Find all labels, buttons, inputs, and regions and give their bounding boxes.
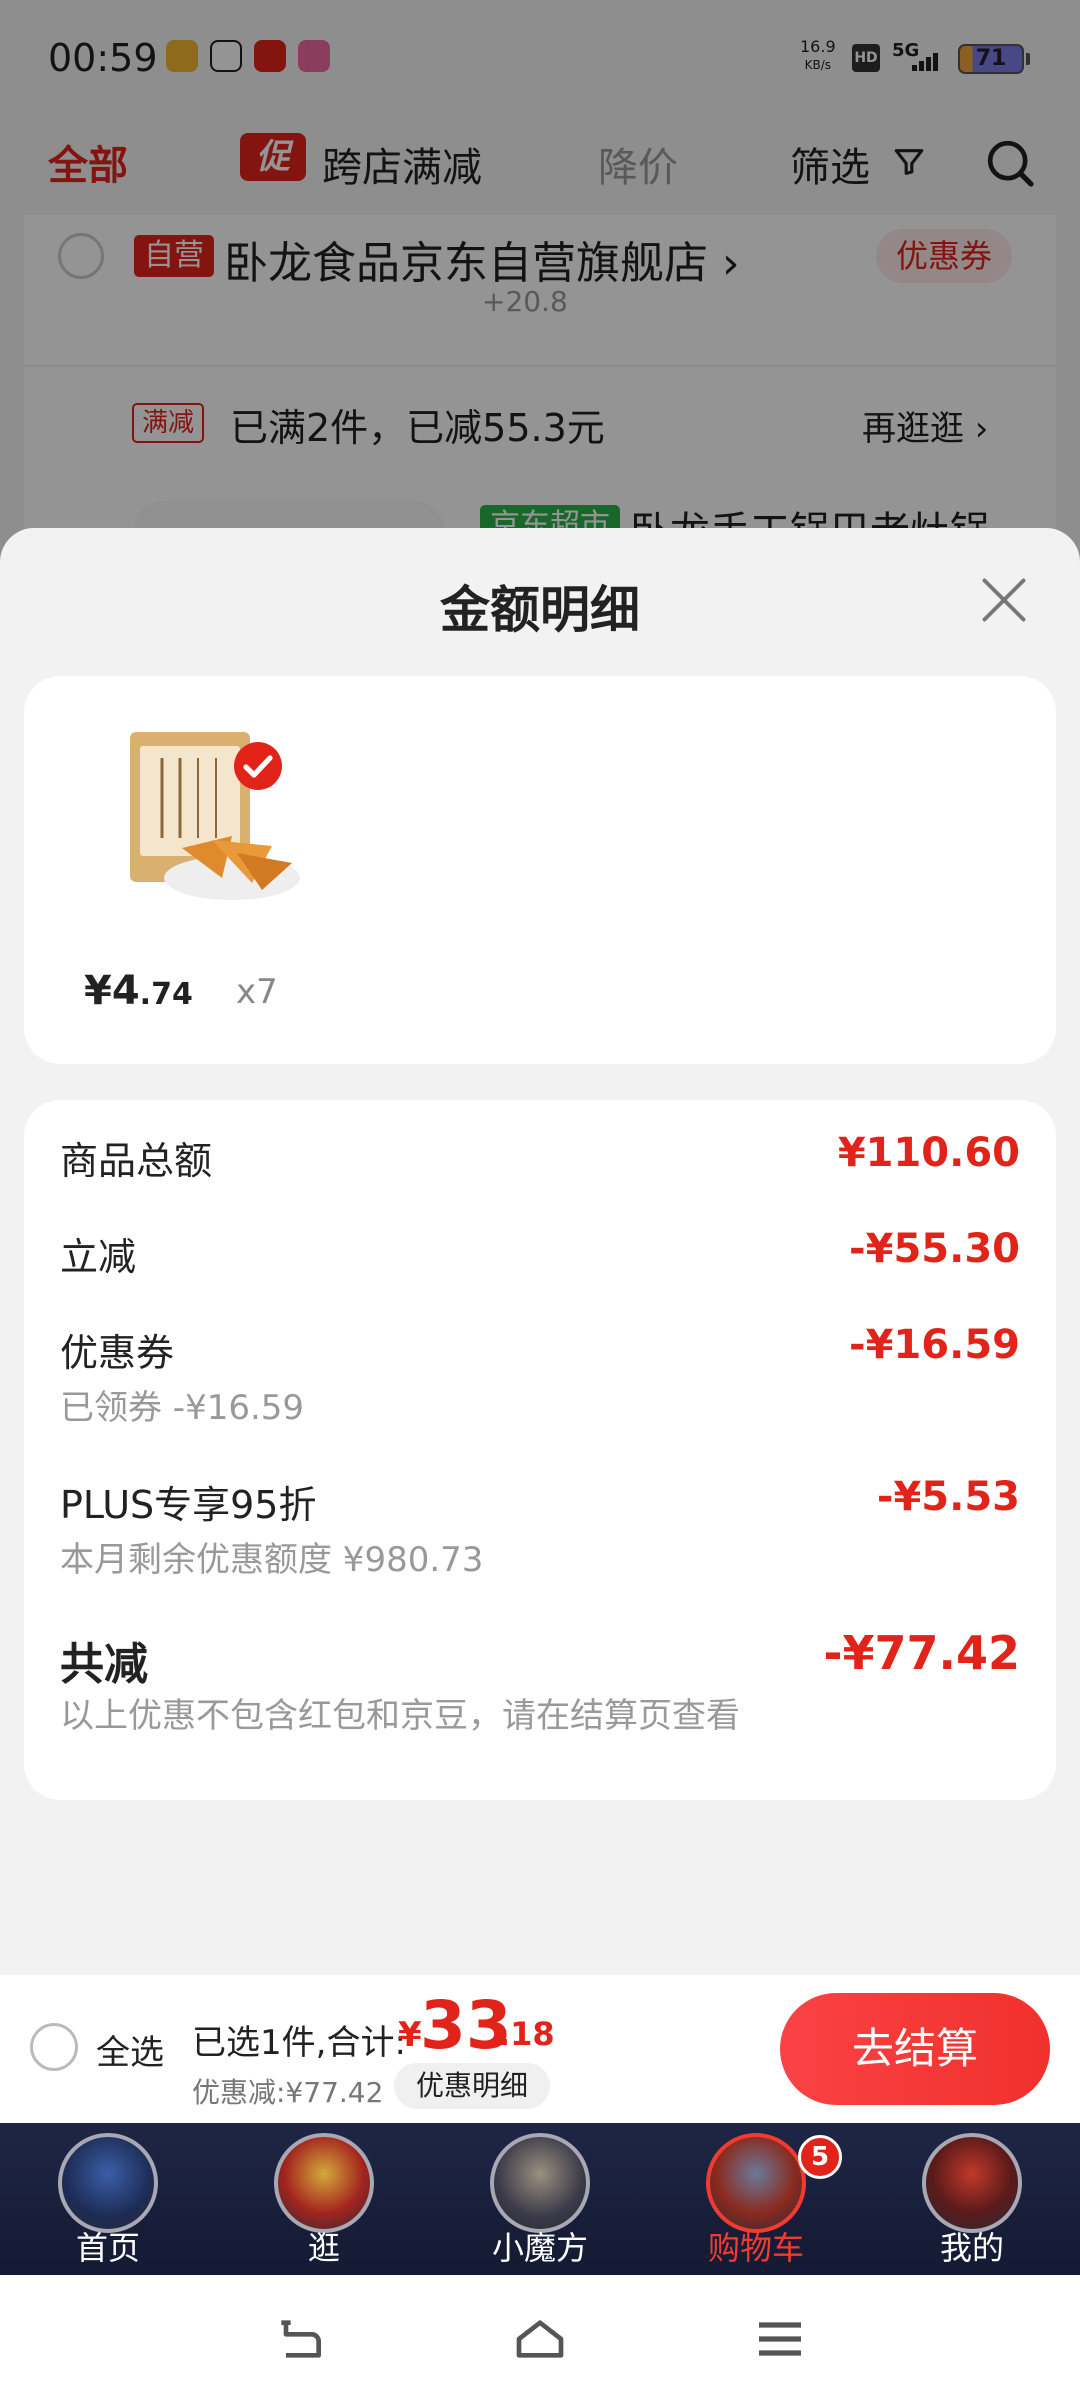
amount-breakdown-card: 商品总额 ¥110.60 立减 -¥55.30 优惠券 -¥16.59 已领券 …: [24, 1100, 1056, 1800]
coupon-label: 优惠券: [60, 1331, 175, 1375]
menu-icon[interactable]: [752, 2311, 808, 2367]
nav-home[interactable]: 首页: [0, 2123, 216, 2275]
total-reduction-label: 共减: [60, 1639, 148, 1690]
home-icon[interactable]: [512, 2311, 568, 2367]
goods-total-value: ¥110.60: [837, 1130, 1020, 1176]
plus-discount-label: PLUS专享95折: [60, 1483, 317, 1527]
nav-cart-label: 购物车: [707, 2229, 804, 2267]
back-icon[interactable]: [272, 2311, 328, 2367]
nav-cart[interactable]: 5 购物车: [648, 2123, 864, 2275]
quantity: x7: [236, 972, 278, 1012]
nav-magic-cube-label: 小魔方: [491, 2229, 588, 2267]
close-icon[interactable]: [978, 574, 1030, 626]
coupon-value: -¥16.59: [849, 1322, 1020, 1368]
plus-discount-value: -¥5.53: [876, 1474, 1020, 1520]
total-currency: ¥: [398, 2015, 422, 2055]
mine-avatar-icon: [922, 2133, 1022, 2233]
checkout-button[interactable]: 去结算: [780, 1993, 1050, 2105]
nav-explore[interactable]: 逛: [216, 2123, 432, 2275]
total-reduction-note: 以上优惠不包含红包和京豆，请在结算页查看: [60, 1696, 740, 1736]
total-decimal: .18: [498, 2015, 555, 2053]
instant-reduction-value: -¥55.30: [849, 1226, 1020, 1272]
plus-discount-sub: 本月剩余优惠额度 ¥980.73: [60, 1540, 484, 1580]
select-all-checkbox[interactable]: [30, 2023, 78, 2071]
nav-home-label: 首页: [75, 2229, 140, 2267]
total-reduction-value: -¥77.42: [823, 1626, 1020, 1680]
checkout-bar: 全选 已选1件,合计: ¥ 33 .18 优惠减:¥77.42 优惠明细 去结算: [0, 1975, 1080, 2123]
coupon-sub: 已领券 -¥16.59: [60, 1388, 305, 1428]
nav-magic-cube[interactable]: 小魔方: [432, 2123, 648, 2275]
sheet-title: 金额明细: [440, 581, 640, 639]
cart-avatar-icon: [706, 2133, 806, 2233]
nav-mine-label: 我的: [939, 2229, 1004, 2267]
unit-price: ¥4.74: [84, 968, 193, 1014]
nav-explore-label: 逛: [307, 2229, 340, 2267]
nav-mine[interactable]: 我的: [864, 2123, 1080, 2275]
selected-summary: 已选1件,合计:: [192, 2023, 406, 2063]
selected-check-icon: [234, 742, 282, 790]
instant-reduction-label: 立减: [60, 1235, 137, 1279]
magic-cube-avatar-icon: [490, 2133, 590, 2233]
system-nav-bar: [0, 2275, 1080, 2400]
discount-line: 优惠减:¥77.42: [192, 2076, 384, 2109]
selected-products-card: ¥4.74 x7: [24, 676, 1056, 1064]
amount-detail-sheet: 金额明细 ¥4.74 x7 商品总额 ¥110.60 立减 -¥55.30 优惠…: [0, 528, 1080, 1975]
cart-count-badge: 5: [798, 2135, 842, 2179]
select-all-label[interactable]: 全选: [96, 2025, 164, 2074]
discount-detail-button[interactable]: 优惠明细: [394, 2063, 551, 2109]
bottom-nav: 首页 逛 小魔方 5 购物车 我的: [0, 2123, 1080, 2275]
home-avatar-icon: [58, 2133, 158, 2233]
explore-avatar-icon: [274, 2133, 374, 2233]
goods-total-label: 商品总额: [60, 1139, 213, 1183]
